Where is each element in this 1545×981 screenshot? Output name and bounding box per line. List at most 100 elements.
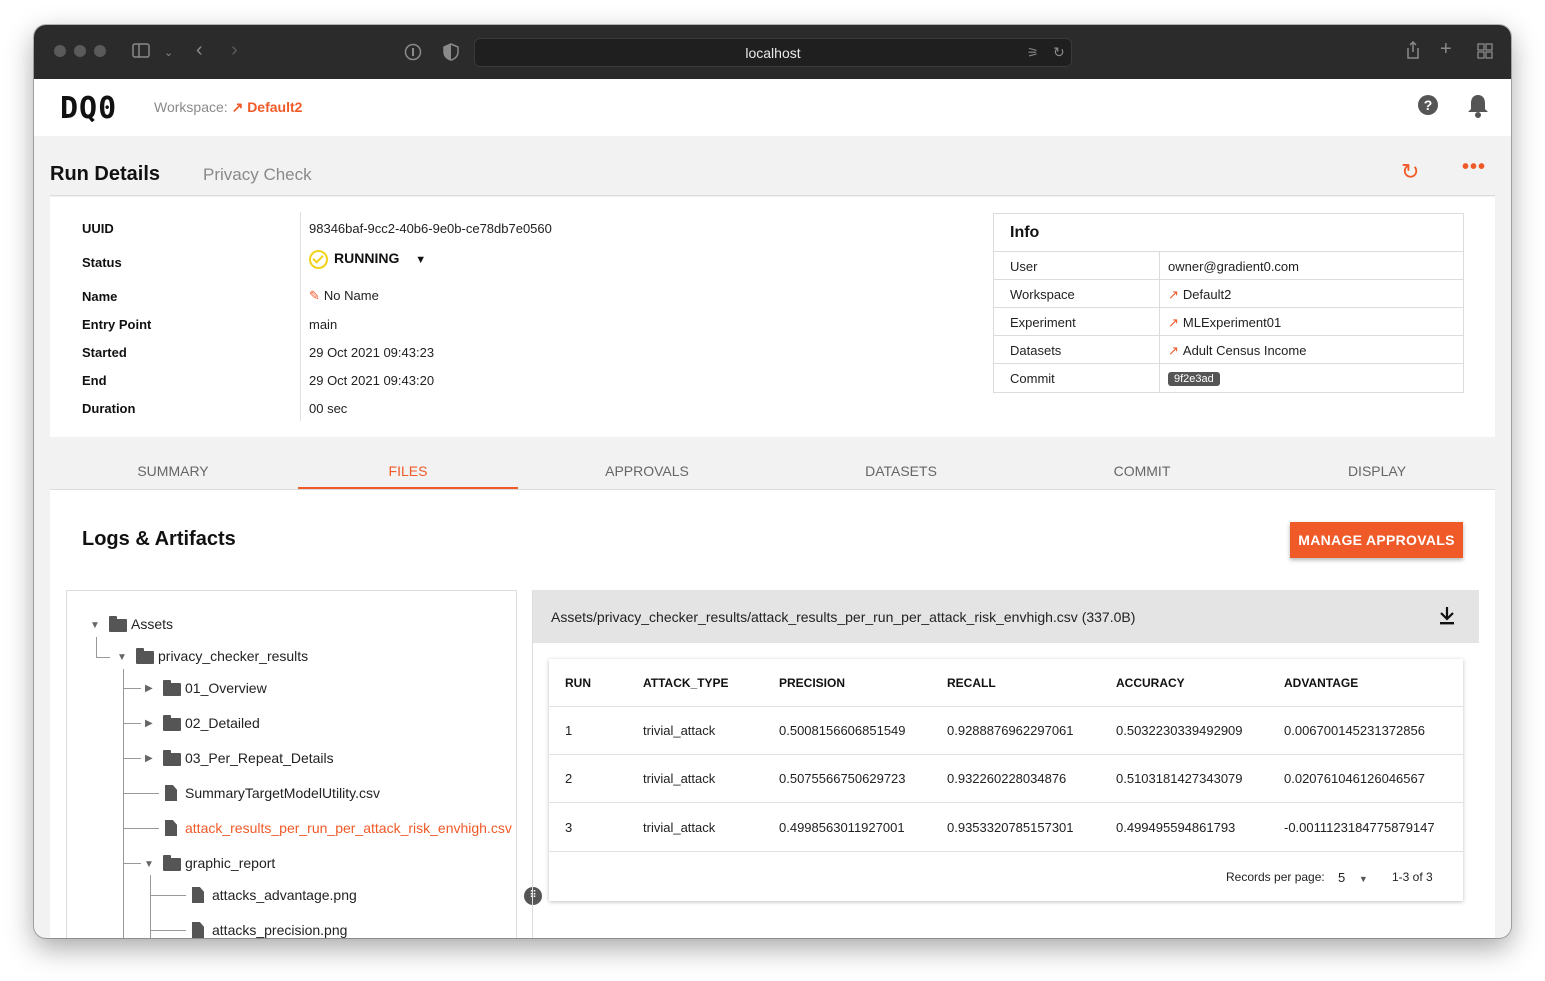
arrow-up-right-icon: ↗ bbox=[1168, 287, 1179, 302]
tree-item-overview[interactable]: 01_Overview bbox=[185, 680, 267, 696]
help-icon[interactable]: ? bbox=[1418, 95, 1438, 115]
pencil-edit-icon[interactable]: ✎ bbox=[309, 288, 320, 303]
browser-toolbar: ⌄ ‹ › localhost ⚞ ↻ + bbox=[34, 25, 1511, 79]
file-tree: ▼ Assets ▼ privacy_checker_results ▶ 01_… bbox=[66, 590, 517, 938]
notifications-bell-icon[interactable] bbox=[1466, 93, 1490, 119]
table-cell: 0.020761046126046567 bbox=[1284, 771, 1425, 786]
workspace-info-link[interactable]: ↗ Default2 bbox=[1168, 287, 1231, 303]
refresh-icon[interactable]: ↻ bbox=[1401, 159, 1419, 185]
tree-item-attack-results-csv[interactable]: attack_results_per_run_per_attack_risk_e… bbox=[185, 820, 512, 836]
reload-icon[interactable]: ↻ bbox=[1053, 44, 1065, 60]
collapse-toggle-icon[interactable]: ▶ bbox=[145, 753, 153, 764]
tree-item-per-repeat-details[interactable]: 03_Per_Repeat_Details bbox=[185, 750, 334, 766]
name-field[interactable]: ✎ No Name bbox=[309, 288, 379, 304]
experiment-link[interactable]: ↗ MLExperiment01 bbox=[1168, 315, 1281, 331]
column-header-accuracy[interactable]: ACCURACY bbox=[1116, 676, 1185, 690]
tree-item-attacks-advantage[interactable]: attacks_advantage.png bbox=[212, 887, 357, 903]
info-key: User bbox=[1010, 259, 1038, 274]
tree-item-privacy-checker-results[interactable]: privacy_checker_results bbox=[158, 648, 308, 664]
page-title: Run Details bbox=[50, 163, 161, 185]
expand-toggle-icon[interactable]: ▼ bbox=[117, 652, 127, 663]
dataset-link[interactable]: ↗ Adult Census Income bbox=[1168, 343, 1306, 359]
arrow-up-right-icon: ↗ bbox=[231, 99, 244, 115]
details-divider bbox=[300, 212, 301, 421]
tree-connector bbox=[150, 895, 186, 896]
detail-label-started: Started bbox=[82, 345, 127, 360]
detail-value-duration: 00 sec bbox=[309, 401, 348, 416]
tab-display[interactable]: DISPLAY bbox=[1302, 463, 1452, 479]
tab-datasets[interactable]: DATASETS bbox=[826, 463, 976, 479]
table-cell: trivial_attack bbox=[643, 723, 716, 738]
collapse-toggle-icon[interactable]: ▶ bbox=[145, 718, 153, 729]
forward-icon[interactable]: › bbox=[231, 40, 238, 60]
row-divider bbox=[549, 851, 1463, 852]
expand-toggle-icon[interactable]: ▼ bbox=[90, 620, 100, 631]
table-cell: 0.5103181427343079 bbox=[1116, 771, 1243, 786]
table-cell: 0.5032230339492909 bbox=[1116, 723, 1243, 738]
workspace-name: Default2 bbox=[247, 99, 303, 115]
tree-item-attacks-precision[interactable]: attacks_precision.png bbox=[212, 922, 347, 938]
new-tab-icon[interactable]: + bbox=[1440, 39, 1452, 59]
translate-icon[interactable]: ⚞ bbox=[1027, 45, 1039, 61]
tree-item-summary-csv[interactable]: SummaryTargetModelUtility.csv bbox=[185, 785, 380, 801]
table-cell: 2 bbox=[565, 771, 573, 786]
header-divider bbox=[50, 195, 1495, 196]
column-header-recall[interactable]: RECALL bbox=[947, 676, 996, 690]
shield-icon[interactable] bbox=[443, 43, 459, 65]
column-header-attack-type[interactable]: ATTACK_TYPE bbox=[643, 676, 729, 690]
column-header-advantage[interactable]: ADVANTAGE bbox=[1284, 676, 1358, 690]
column-header-run[interactable]: RUN bbox=[565, 676, 591, 690]
download-icon[interactable] bbox=[1438, 606, 1456, 626]
more-options-icon[interactable]: ••• bbox=[1462, 156, 1486, 179]
table-cell: 0.9353320785157301 bbox=[947, 820, 1074, 835]
app-header: DQ0 Workspace: ↗ Default2 ? bbox=[34, 79, 1511, 136]
detail-label-end: End bbox=[82, 373, 107, 388]
row-divider bbox=[549, 802, 1463, 803]
info-divider bbox=[1159, 252, 1160, 280]
detail-value-entry-point: main bbox=[309, 317, 338, 332]
tab-files[interactable]: FILES bbox=[333, 463, 483, 479]
tree-connector bbox=[96, 657, 110, 658]
tab-summary[interactable]: SUMMARY bbox=[98, 463, 248, 479]
window-zoom-dot[interactable] bbox=[94, 45, 106, 57]
file-icon bbox=[165, 820, 177, 836]
detail-value-started: 29 Oct 2021 09:43:23 bbox=[309, 345, 435, 360]
chevron-down-icon[interactable]: ⌄ bbox=[164, 45, 173, 61]
status-dropdown[interactable]: RUNNING ▼ bbox=[309, 250, 426, 269]
tree-item-graphic-report[interactable]: graphic_report bbox=[185, 855, 275, 871]
collapse-toggle-icon[interactable]: ▶ bbox=[145, 683, 153, 694]
info-value-commit[interactable]: 9f2e3ad bbox=[1168, 370, 1220, 386]
share-icon[interactable] bbox=[1406, 40, 1420, 63]
tab-commit[interactable]: COMMIT bbox=[1067, 463, 1217, 479]
workspace-link[interactable]: ↗ Default2 bbox=[232, 99, 303, 115]
info-row-user: User owner@gradient0.com bbox=[994, 251, 1463, 280]
tree-item-detailed[interactable]: 02_Detailed bbox=[185, 715, 260, 731]
tab-overview-icon[interactable] bbox=[1477, 43, 1493, 63]
info-value: MLExperiment01 bbox=[1182, 315, 1282, 330]
window-minimize-dot[interactable] bbox=[74, 45, 86, 57]
app-logo[interactable]: DQ0 bbox=[60, 91, 117, 126]
detail-label-name: Name bbox=[82, 289, 118, 304]
tab-approvals[interactable]: APPROVALS bbox=[572, 463, 722, 479]
detail-label-entry-point: Entry Point bbox=[82, 317, 152, 332]
back-icon[interactable]: ‹ bbox=[196, 40, 203, 60]
records-per-page-value: 5 bbox=[1338, 870, 1346, 885]
table-cell: 0.499495594861793 bbox=[1116, 820, 1236, 835]
detail-label-uuid: UUID bbox=[82, 221, 114, 236]
table-cell: trivial_attack bbox=[643, 820, 716, 835]
column-header-precision[interactable]: PRECISION bbox=[779, 676, 845, 690]
password-icon[interactable] bbox=[404, 43, 422, 65]
address-bar[interactable]: localhost ⚞ ↻ bbox=[474, 38, 1072, 67]
info-row-experiment: Experiment ↗ MLExperiment01 bbox=[994, 307, 1463, 336]
caret-down-icon: ▼ bbox=[415, 254, 427, 267]
expand-toggle-icon[interactable]: ▼ bbox=[144, 859, 154, 870]
records-per-page-select[interactable]: 5 ▼ bbox=[1338, 870, 1368, 885]
manage-approvals-button[interactable]: MANAGE APPROVALS bbox=[1290, 522, 1463, 558]
tab-bar: SUMMARY FILES APPROVALS DATASETS COMMIT … bbox=[50, 455, 1495, 490]
window-close-dot[interactable] bbox=[54, 45, 66, 57]
info-divider bbox=[1159, 308, 1160, 336]
info-divider bbox=[1159, 336, 1160, 364]
tree-item-assets[interactable]: Assets bbox=[131, 616, 173, 632]
sidebar-icon[interactable] bbox=[132, 43, 150, 62]
folder-icon bbox=[136, 648, 154, 664]
